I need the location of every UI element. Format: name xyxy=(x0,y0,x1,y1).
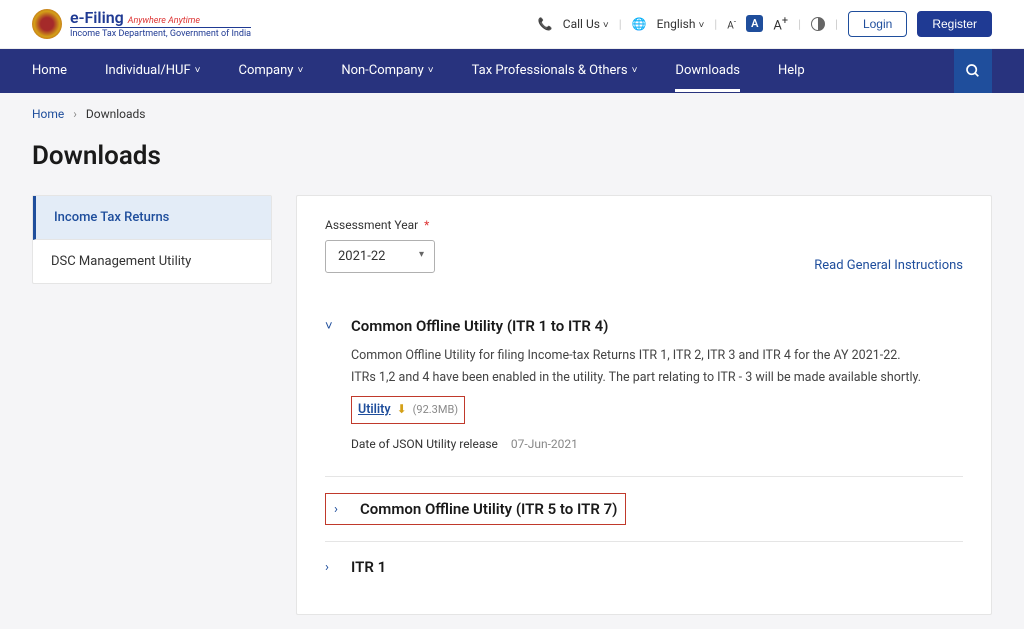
sidebar-item-dsc[interactable]: DSC Management Utility xyxy=(33,240,271,283)
breadcrumb: Home › Downloads xyxy=(32,107,992,121)
logo[interactable]: e-Filing Anywhere Anytime Income Tax Dep… xyxy=(32,8,251,40)
accordion-head-itr1[interactable]: › ITR 1 xyxy=(325,558,963,576)
breadcrumb-current: Downloads xyxy=(86,107,146,121)
contrast-icon[interactable] xyxy=(811,17,825,31)
nav-noncompany[interactable]: Non-Company ˅ xyxy=(341,49,433,92)
ay-select[interactable]: 2021-22 xyxy=(325,240,435,273)
breadcrumb-home[interactable]: Home xyxy=(32,107,64,121)
phone-icon: 📞 xyxy=(538,17,553,31)
main-content: Assessment Year * 2021-22 Read General I… xyxy=(296,195,992,615)
nav-help[interactable]: Help xyxy=(778,49,805,92)
release-row: Date of JSON Utility release 07-Jun-2021 xyxy=(351,434,963,456)
top-header: e-Filing Anywhere Anytime Income Tax Dep… xyxy=(0,0,1024,49)
ay-label: Assessment Year * xyxy=(325,218,435,232)
acc-desc-line2: ITRs 1,2 and 4 have been enabled in the … xyxy=(351,367,963,390)
font-decrease[interactable]: A- xyxy=(727,17,736,31)
register-button[interactable]: Register xyxy=(917,11,992,37)
accordion-itr1-4: ˅ Common Offline Utility (ITR 1 to ITR 4… xyxy=(325,301,963,477)
accordion-itr5-7: › Common Offline Utility (ITR 5 to ITR 7… xyxy=(325,477,963,542)
search-icon xyxy=(965,63,981,79)
emblem-icon xyxy=(32,9,62,39)
chevron-right-icon: › xyxy=(334,502,348,517)
accordion-head-itr5-7[interactable]: › Common Offline Utility (ITR 5 to ITR 7… xyxy=(325,493,626,525)
nav-downloads[interactable]: Downloads xyxy=(675,49,740,92)
language-selector[interactable]: English ˅ xyxy=(657,17,705,31)
brand-tagline: Anywhere Anytime xyxy=(128,16,200,26)
nav-company[interactable]: Company ˅ xyxy=(238,49,303,92)
nav-home[interactable]: Home xyxy=(32,49,67,92)
brand-text: e-Filing xyxy=(70,8,124,27)
acc-desc-line1: Common Offline Utility for filing Income… xyxy=(351,345,963,368)
page-title: Downloads xyxy=(32,141,992,171)
nav-taxpro[interactable]: Tax Professionals & Others ˅ xyxy=(472,49,638,92)
font-normal[interactable]: A xyxy=(746,15,763,32)
utility-download-row: Utility ⬇ (92.3MB) xyxy=(351,396,465,425)
top-right-controls: 📞 Call Us ˅ | 🌐 English ˅ | A- A A+ | | … xyxy=(538,11,992,37)
nav-individual[interactable]: Individual/HUF ˅ xyxy=(105,49,201,92)
chevron-down-icon: ˅ xyxy=(325,318,339,334)
utility-size: (92.3MB) xyxy=(413,400,459,420)
instructions-link[interactable]: Read General Instructions xyxy=(814,258,963,273)
font-increase[interactable]: A+ xyxy=(773,14,788,33)
chevron-right-icon: › xyxy=(325,560,339,575)
login-button[interactable]: Login xyxy=(848,11,907,37)
dept-text: Income Tax Department, Government of Ind… xyxy=(70,27,251,40)
download-icon: ⬇ xyxy=(397,399,407,421)
accordion-head-itr1-4[interactable]: ˅ Common Offline Utility (ITR 1 to ITR 4… xyxy=(325,317,963,335)
accordion-itr1: › ITR 1 xyxy=(325,542,963,592)
globe-icon: 🌐 xyxy=(632,17,647,31)
sidebar: Income Tax Returns DSC Management Utilit… xyxy=(32,195,272,284)
sidebar-item-itr[interactable]: Income Tax Returns xyxy=(33,196,271,240)
search-button[interactable] xyxy=(954,49,992,93)
callus-link[interactable]: Call Us ˅ xyxy=(563,17,609,31)
utility-link[interactable]: Utility xyxy=(358,399,391,422)
main-nav: Home Individual/HUF ˅ Company ˅ Non-Comp… xyxy=(0,49,1024,93)
